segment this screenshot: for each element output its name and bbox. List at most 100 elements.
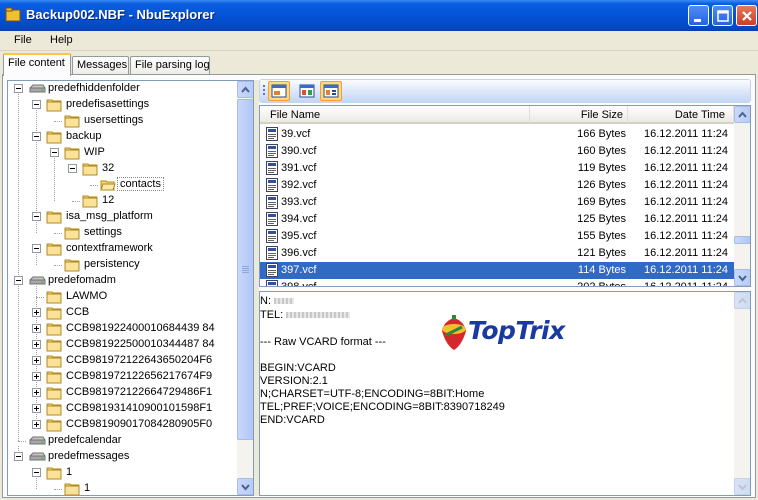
file-row[interactable]: 396.vcf 121 Bytes 16.12.2011 11:24 bbox=[260, 245, 734, 262]
tree-connector bbox=[90, 185, 98, 186]
preview-view-button[interactable] bbox=[320, 81, 342, 101]
tree-item[interactable]: CCB981972122643650204F6 bbox=[8, 353, 236, 369]
column-file-size[interactable]: File Size bbox=[530, 106, 628, 123]
maximize-button[interactable] bbox=[712, 5, 733, 26]
close-button[interactable] bbox=[736, 5, 757, 26]
tree-item[interactable]: predefmessages bbox=[8, 449, 236, 465]
tree-item[interactable]: CCB981972122664729486F1 bbox=[8, 385, 236, 401]
menu-file[interactable]: File bbox=[14, 34, 32, 46]
expand-icon[interactable] bbox=[32, 388, 41, 397]
expand-icon[interactable] bbox=[32, 308, 41, 317]
tree-item[interactable]: 1 bbox=[8, 465, 236, 481]
tree-item[interactable]: contacts bbox=[8, 177, 236, 193]
tree-item[interactable]: predefhiddenfolder bbox=[8, 81, 236, 97]
file-date: 16.12.2011 11:24 bbox=[643, 264, 728, 276]
folder-tree[interactable]: predefhiddenfolder predefisasettings users… bbox=[7, 80, 254, 496]
tree-item[interactable]: WIP bbox=[8, 145, 236, 161]
vcard-file-icon bbox=[266, 212, 278, 226]
expand-icon[interactable] bbox=[32, 372, 41, 381]
menu-help[interactable]: Help bbox=[50, 34, 73, 46]
collapse-icon[interactable] bbox=[68, 164, 77, 173]
tree-item[interactable]: predefisasettings bbox=[8, 97, 236, 113]
file-list[interactable]: File Name File Size Date Time 39.vcf 166 … bbox=[259, 105, 751, 287]
tree-scroll-thumb[interactable] bbox=[237, 99, 253, 440]
expand-icon[interactable] bbox=[32, 356, 41, 365]
raw-vcard-line: END:VCARD bbox=[260, 414, 325, 426]
expand-icon[interactable] bbox=[32, 404, 41, 413]
collapse-icon[interactable] bbox=[32, 468, 41, 477]
tree-item[interactable]: backup bbox=[8, 129, 236, 145]
tree-item[interactable]: CCB981922500010344487 84 bbox=[8, 337, 236, 353]
collapse-icon[interactable] bbox=[32, 212, 41, 221]
column-date-time[interactable]: Date Time bbox=[628, 106, 734, 123]
tree-item[interactable]: CCB981931410900101598F1 bbox=[8, 401, 236, 417]
collapse-icon[interactable] bbox=[14, 84, 23, 93]
tree-item-label: contextframework bbox=[66, 242, 153, 254]
tree-item[interactable]: persistency bbox=[8, 257, 236, 273]
preview-scrollbar[interactable] bbox=[734, 292, 750, 495]
vcard-file-icon bbox=[266, 195, 278, 209]
minimize-button[interactable] bbox=[688, 5, 709, 26]
tree-item[interactable]: 32 bbox=[8, 161, 236, 177]
folder-icon bbox=[46, 466, 62, 480]
tree-item[interactable]: contextframework bbox=[8, 241, 236, 257]
tab-file-parsing-log[interactable]: File parsing log bbox=[130, 56, 210, 75]
tree-scrollbar[interactable] bbox=[237, 81, 253, 495]
tree-item[interactable]: CCB981972122656217674F9 bbox=[8, 369, 236, 385]
collapse-icon[interactable] bbox=[32, 132, 41, 141]
tree-item[interactable]: CCB981922400010684439 84 bbox=[8, 321, 236, 337]
file-row[interactable]: 394.vcf 125 Bytes 16.12.2011 11:24 bbox=[260, 211, 734, 228]
tree-item[interactable]: 1 bbox=[8, 481, 236, 495]
column-file-name[interactable]: File Name bbox=[260, 106, 530, 123]
file-row[interactable]: 39.vcf 166 Bytes 16.12.2011 11:24 bbox=[260, 126, 734, 143]
file-row[interactable]: 391.vcf 119 Bytes 16.12.2011 11:24 bbox=[260, 160, 734, 177]
vcard-preview[interactable]: N: TEL: --- Raw VCARD format --- BEGIN:V… bbox=[259, 291, 751, 496]
file-row[interactable]: 397.vcf 114 Bytes 16.12.2011 11:24 bbox=[260, 262, 734, 279]
collapse-icon[interactable] bbox=[14, 452, 23, 461]
collapse-icon[interactable] bbox=[32, 244, 41, 253]
folder-icon bbox=[46, 386, 62, 400]
collapse-icon[interactable] bbox=[32, 100, 41, 109]
folder-icon bbox=[46, 370, 62, 384]
tree-item[interactable]: CCB981909017084280905F0 bbox=[8, 417, 236, 433]
tree-item[interactable]: CCB bbox=[8, 305, 236, 321]
tree-item[interactable]: settings bbox=[8, 225, 236, 241]
collapse-icon[interactable] bbox=[14, 276, 23, 285]
file-row[interactable]: 390.vcf 160 Bytes 16.12.2011 11:24 bbox=[260, 143, 734, 160]
file-date: 16.12.2011 11:24 bbox=[643, 196, 728, 208]
folder-icon bbox=[46, 354, 62, 368]
folder-icon bbox=[64, 146, 80, 160]
tree-item[interactable]: isa_msg_platform bbox=[8, 209, 236, 225]
vcard-name-line: N: bbox=[260, 295, 295, 307]
preview-scroll-down-button[interactable] bbox=[734, 478, 750, 495]
tab-file-content[interactable]: File content bbox=[3, 53, 71, 76]
file-row[interactable]: 392.vcf 126 Bytes 16.12.2011 11:24 bbox=[260, 177, 734, 194]
split-view-button[interactable] bbox=[296, 81, 318, 101]
expand-icon[interactable] bbox=[32, 324, 41, 333]
collapse-icon[interactable] bbox=[50, 148, 59, 157]
expand-icon[interactable] bbox=[32, 340, 41, 349]
tree-item[interactable]: predefcalendar bbox=[8, 433, 236, 449]
file-scroll-thumb[interactable] bbox=[734, 236, 750, 244]
raw-vcard-line: TEL;PREF;VOICE;ENCODING=8BIT:8390718249 bbox=[260, 401, 505, 413]
preview-scroll-up-button[interactable] bbox=[734, 292, 750, 309]
tree-scroll-up-button[interactable] bbox=[237, 81, 253, 98]
tree-item[interactable]: usersettings bbox=[8, 113, 236, 129]
file-row[interactable]: 395.vcf 155 Bytes 16.12.2011 11:24 bbox=[260, 228, 734, 245]
tree-item[interactable]: LAWMO bbox=[8, 289, 236, 305]
file-row[interactable]: 393.vcf 169 Bytes 16.12.2011 11:24 bbox=[260, 194, 734, 211]
tree-scroll-down-button[interactable] bbox=[237, 478, 253, 495]
details-view-button[interactable] bbox=[268, 81, 290, 101]
file-row[interactable]: 398.vcf 202 Bytes 16.12.2011 11:24 bbox=[260, 279, 734, 286]
expand-icon[interactable] bbox=[32, 420, 41, 429]
tab-messages[interactable]: Messages bbox=[72, 56, 129, 75]
file-scroll-up-button[interactable] bbox=[734, 106, 750, 123]
vcard-file-icon bbox=[266, 161, 278, 175]
folder-icon bbox=[64, 258, 80, 272]
drive-icon bbox=[28, 274, 46, 288]
file-list-scrollbar[interactable] bbox=[734, 106, 750, 286]
tree-item[interactable]: predefomadm bbox=[8, 273, 236, 289]
tree-item[interactable]: 12 bbox=[8, 193, 236, 209]
file-scroll-down-button[interactable] bbox=[734, 269, 750, 286]
watermark-logo: TopTrix bbox=[438, 315, 590, 353]
